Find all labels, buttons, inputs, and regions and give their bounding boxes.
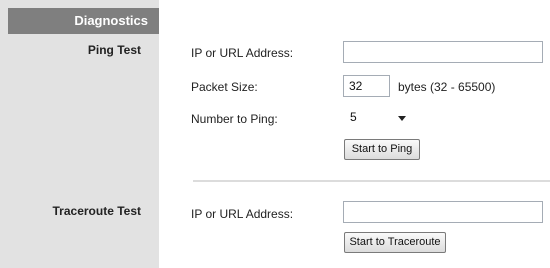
chevron-down-icon xyxy=(398,116,406,121)
traceroute-address-label: IP or URL Address: xyxy=(191,207,294,221)
section-divider xyxy=(193,180,550,182)
ping-test-label: Ping Test xyxy=(87,43,141,57)
start-to-ping-button[interactable]: Start to Ping xyxy=(344,139,420,160)
ping-address-label: IP or URL Address: xyxy=(191,46,294,60)
number-to-ping-label: Number to Ping: xyxy=(191,112,278,126)
number-to-ping-select[interactable]: 5 xyxy=(344,107,416,128)
sidebar: Diagnostics xyxy=(0,0,159,268)
packet-size-label: Packet Size: xyxy=(191,80,258,94)
sidebar-header: Diagnostics xyxy=(8,8,159,34)
packet-size-unit: bytes (32 - 65500) xyxy=(398,80,496,94)
traceroute-address-input[interactable] xyxy=(343,201,543,223)
number-to-ping-value: 5 xyxy=(350,110,357,124)
start-to-traceroute-button[interactable]: Start to Traceroute xyxy=(344,232,446,253)
sidebar-title: Diagnostics xyxy=(74,13,148,28)
packet-size-input[interactable] xyxy=(343,75,390,97)
ping-address-input[interactable] xyxy=(343,41,543,63)
traceroute-test-label: Traceroute Test xyxy=(52,204,141,218)
